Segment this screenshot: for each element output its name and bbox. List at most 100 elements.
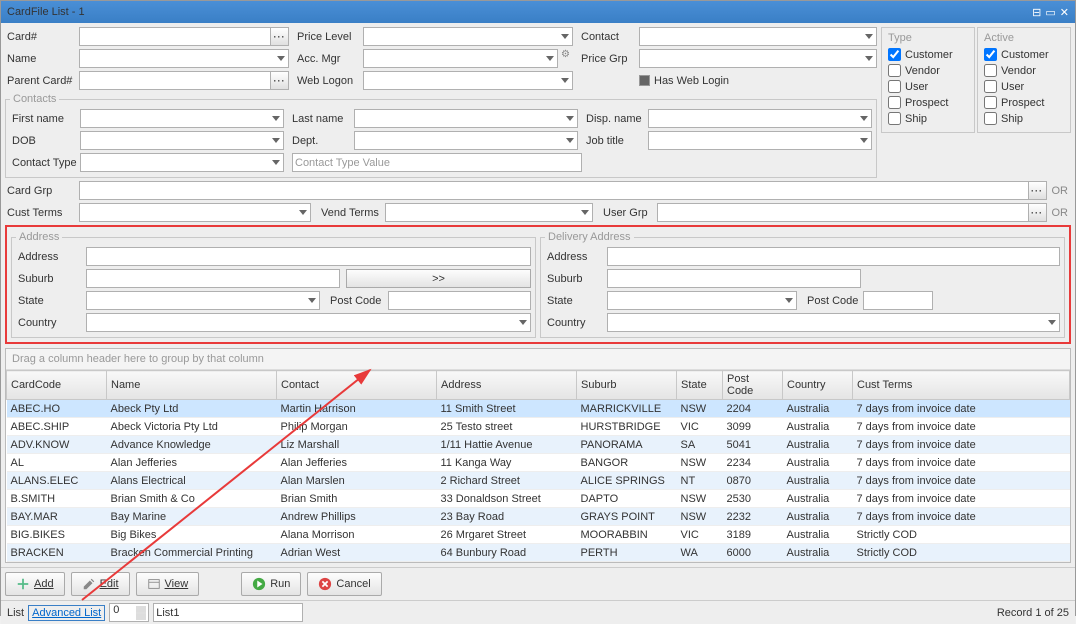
view-icon (147, 577, 161, 591)
record-counter: Record 1 of 25 (997, 607, 1069, 619)
table-row[interactable]: ADV.KNOWAdvance KnowledgeLiz Marshall1/1… (7, 436, 1070, 454)
col-state[interactable]: State (677, 371, 723, 400)
type-prospect-checkbox[interactable]: Prospect (888, 96, 968, 109)
dispname-select[interactable] (648, 109, 872, 128)
maximize-icon[interactable]: ▭ (1045, 6, 1055, 19)
run-button[interactable]: Run (241, 572, 301, 596)
copy-address-button[interactable]: >> (346, 269, 531, 288)
view-button[interactable]: View (136, 572, 200, 596)
cancel-icon (318, 577, 332, 591)
del-suburb-input[interactable] (607, 269, 861, 288)
address-input[interactable] (86, 247, 531, 266)
label-parentcard: Parent Card# (5, 75, 77, 87)
weblogon-select[interactable] (363, 71, 573, 90)
table-row[interactable]: ABEC.SHIPAbeck Victoria Pty LtdPhilip Mo… (7, 418, 1070, 436)
run-icon (252, 577, 266, 591)
cancel-button[interactable]: Cancel (307, 572, 381, 596)
label-del-state: State (545, 295, 605, 307)
active-user-checkbox[interactable]: User (984, 80, 1064, 93)
add-button[interactable]: Add (5, 572, 65, 596)
name-select[interactable] (79, 49, 289, 68)
pin-icon[interactable]: ⊟ (1032, 6, 1041, 19)
usergrp-lookup-button[interactable]: ··· (1029, 203, 1047, 222)
label-cardno: Card# (5, 31, 77, 43)
type-vendor-checkbox[interactable]: Vendor (888, 64, 968, 77)
postcode-input[interactable] (388, 291, 531, 310)
country-select[interactable] (86, 313, 531, 332)
close-icon[interactable]: ✕ (1060, 6, 1069, 19)
label-address: Address (16, 251, 84, 263)
state-select[interactable] (86, 291, 320, 310)
col-postcode[interactable]: Post Code (723, 371, 783, 400)
label-weblogon: Web Logon (295, 75, 361, 87)
parentcard-lookup-button[interactable]: ··· (271, 71, 289, 90)
col-suburb[interactable]: Suburb (577, 371, 677, 400)
results-grid: Drag a column header here to group by th… (5, 348, 1071, 563)
label-custterms: Cust Terms (5, 207, 77, 219)
active-ship-checkbox[interactable]: Ship (984, 112, 1064, 125)
table-row[interactable]: B.SMITHBrian Smith & CoBrian Smith33 Don… (7, 490, 1070, 508)
pricelevel-select[interactable] (363, 27, 573, 46)
del-address-input[interactable] (607, 247, 1060, 266)
title-bar: CardFile List - 1 ⊟ ▭ ✕ (1, 1, 1075, 23)
parentcard-input[interactable] (79, 71, 271, 90)
dob-select[interactable] (80, 131, 284, 150)
del-postcode-input[interactable] (863, 291, 933, 310)
advanced-list-link[interactable]: Advanced List (28, 605, 105, 621)
table-row[interactable]: ABEC.HOAbeck Pty LtdMartin Harrison11 Sm… (7, 400, 1070, 418)
col-cardcode[interactable]: CardCode (7, 371, 107, 400)
gear-icon[interactable]: ⚙ (558, 49, 573, 68)
cardno-lookup-button[interactable]: ··· (271, 27, 289, 46)
edit-button[interactable]: Edit (71, 572, 130, 596)
lastname-select[interactable] (354, 109, 578, 128)
col-name[interactable]: Name (107, 371, 277, 400)
label-state: State (16, 295, 84, 307)
usergrp-input[interactable] (657, 203, 1029, 222)
type-panel: Type CustomerVendorUserProspectShip (881, 27, 975, 133)
table-row[interactable]: ALAlan JefferiesAlan Jefferies11 Kanga W… (7, 454, 1070, 472)
table-row[interactable]: BIG.BIKESBig BikesAlana Morrison26 Mrgar… (7, 526, 1070, 544)
pricegrp-select[interactable] (639, 49, 877, 68)
active-vendor-checkbox[interactable]: Vendor (984, 64, 1064, 77)
col-address[interactable]: Address (437, 371, 577, 400)
custterms-select[interactable] (79, 203, 311, 222)
list-number-spinner[interactable]: 0 (109, 603, 149, 622)
table-row[interactable]: ALANS.ELECAlans ElectricalAlan Marslen2 … (7, 472, 1070, 490)
label-del-address: Address (545, 251, 605, 263)
active-prospect-checkbox[interactable]: Prospect (984, 96, 1064, 109)
label-del-suburb: Suburb (545, 273, 605, 285)
cardgrp-input[interactable] (79, 181, 1029, 200)
table-row[interactable]: BAY.MARBay MarineAndrew Phillips23 Bay R… (7, 508, 1070, 526)
vendterms-select[interactable] (385, 203, 593, 222)
contact-select[interactable] (639, 27, 877, 46)
suburb-input[interactable] (86, 269, 340, 288)
label-contact: Contact (579, 31, 637, 43)
contacttype-select[interactable] (80, 153, 284, 172)
type-user-checkbox[interactable]: User (888, 80, 968, 93)
accmgr-select[interactable] (363, 49, 558, 68)
jobtitle-select[interactable] (648, 131, 872, 150)
label-postcode: Post Code (328, 295, 386, 307)
col-contact[interactable]: Contact (277, 371, 437, 400)
cardgrp-lookup-button[interactable]: ··· (1029, 181, 1047, 200)
active-customer-checkbox[interactable]: Customer (984, 48, 1064, 61)
firstname-select[interactable] (80, 109, 284, 128)
del-state-select[interactable] (607, 291, 797, 310)
del-country-select[interactable] (607, 313, 1060, 332)
col-country[interactable]: Country (783, 371, 853, 400)
label-suburb: Suburb (16, 273, 84, 285)
cardno-input[interactable] (79, 27, 271, 46)
or-label-2: OR (1049, 207, 1072, 219)
label-cardgrp: Card Grp (5, 185, 77, 197)
type-ship-checkbox[interactable]: Ship (888, 112, 968, 125)
contacttype-value-input[interactable]: Contact Type Value (292, 153, 582, 172)
label-lastname: Last name (290, 113, 352, 125)
hasweb-checkbox[interactable]: Has Web Login (639, 75, 877, 87)
dept-select[interactable] (354, 131, 578, 150)
list-name-input[interactable]: List1 (153, 603, 303, 622)
type-customer-checkbox[interactable]: Customer (888, 48, 968, 61)
table-row[interactable]: BRACKENBracken Commercial PrintingAdrian… (7, 544, 1070, 562)
toolbar: Add Edit View Run Cancel (1, 567, 1075, 600)
col-custterms[interactable]: Cust Terms (853, 371, 1070, 400)
group-by-header[interactable]: Drag a column header here to group by th… (6, 349, 1070, 370)
